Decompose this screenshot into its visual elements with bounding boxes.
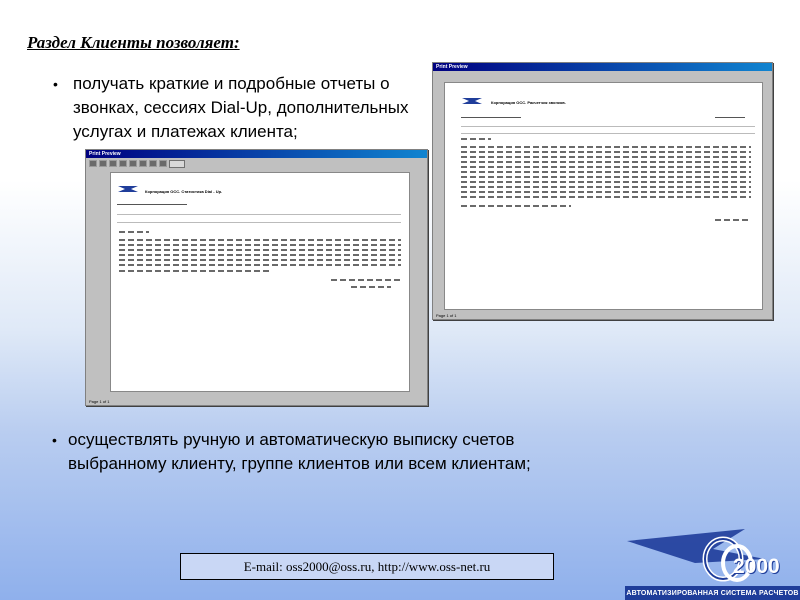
report-page: Корпорация ОСС. Статистика Dial - Up.: [110, 172, 410, 392]
bullet-marker: •: [53, 76, 58, 92]
bullet-marker: •: [52, 432, 57, 448]
report-page: Корпорация ОСС. Расчетчик звонков.: [444, 82, 763, 310]
bullet-reports: • получать краткие и подробные отчеты о …: [53, 72, 433, 144]
oss-2000-logo: 2000 АВТОМАТИЗИРОВАННАЯ СИСТЕМА РАСЧЕТОВ: [625, 519, 800, 600]
screenshot-calls-report: Print Preview Корпорация ОСС. Расчетчик …: [432, 62, 773, 320]
page-title: Раздел Клиенты позволяет:: [27, 33, 240, 52]
preview-toolbar: [86, 158, 427, 169]
screenshot-dialup-report: Print Preview Корпорация ОСС. Статистика…: [85, 149, 428, 406]
window-title: Print Preview: [436, 64, 468, 70]
bullet-text: осуществлять ручную и автоматическую вып…: [68, 430, 531, 473]
window-title: Print Preview: [89, 151, 121, 157]
contact-footer: E-mail: oss2000@oss.ru, http://www.oss-n…: [180, 553, 554, 580]
brand-banner: АВТОМАТИЗИРОВАННАЯ СИСТЕМА РАСЧЕТОВ: [625, 586, 800, 600]
toolbar-icon: [149, 160, 157, 167]
toolbar-icon: [119, 160, 127, 167]
toolbar-icon: [129, 160, 137, 167]
status-bar: Page 1 of 1: [436, 313, 457, 318]
bullet-billing: • осуществлять ручную и автоматическую в…: [52, 428, 588, 476]
toolbar-icon: [89, 160, 97, 167]
status-bar: Page 1 of 1: [89, 399, 110, 404]
toolbar-icon: [109, 160, 117, 167]
oss-logo-icon: [118, 186, 138, 192]
toolbar-icon: [159, 160, 167, 167]
close-preview-button: [169, 159, 185, 168]
oss-logo-icon: [462, 98, 482, 104]
report-header: Корпорация ОСС. Расчетчик звонков.: [491, 100, 566, 105]
toolbar-icon: [99, 160, 107, 167]
report-header: Корпорация ОСС. Статистика Dial - Up.: [145, 189, 223, 194]
brand-year: 2000: [733, 555, 780, 578]
bullet-text: получать краткие и подробные отчеты о зв…: [73, 74, 409, 141]
window-title-bar: Print Preview: [86, 150, 427, 158]
toolbar-icon: [139, 160, 147, 167]
window-title-bar: Print Preview: [433, 63, 772, 71]
